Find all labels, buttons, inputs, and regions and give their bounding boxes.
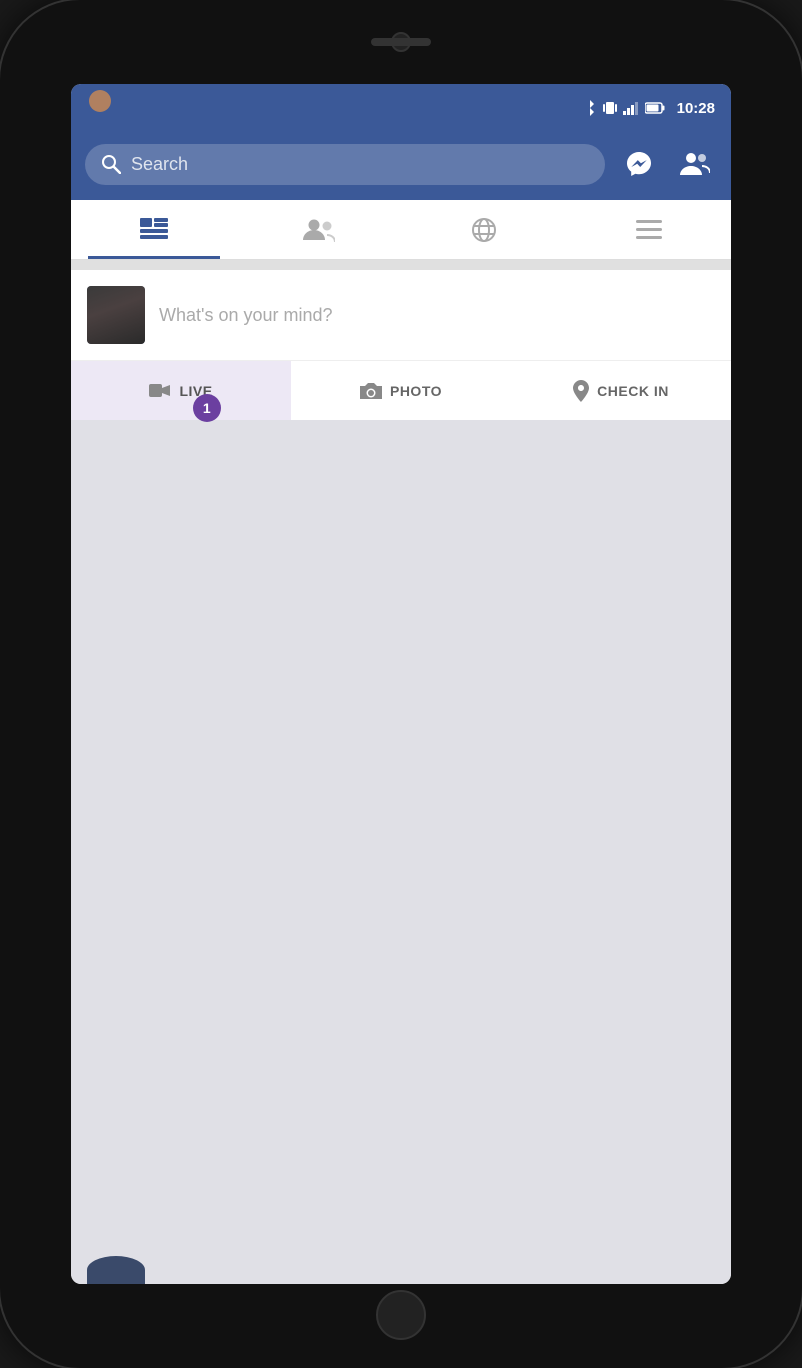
phone-device: 10:28 Search — [0, 0, 802, 1368]
post-composer: What's on your mind? — [71, 270, 731, 360]
camera-icon — [360, 382, 382, 400]
bluetooth-icon — [583, 100, 597, 116]
news-feed-icon — [140, 218, 168, 242]
phone-speaker — [371, 38, 431, 46]
tab-friends[interactable] — [236, 200, 401, 259]
photo-button[interactable]: PHOTO — [291, 361, 511, 420]
action-bar: LIVE 1 PHOTO CHECK IN — [71, 360, 731, 420]
globe-icon — [471, 217, 497, 243]
menu-icon — [636, 220, 662, 240]
status-bar: 10:28 — [71, 84, 731, 132]
top-bar: Search — [71, 132, 731, 200]
status-time: 10:28 — [677, 100, 715, 117]
status-icons: 10:28 — [583, 100, 715, 117]
feed-content-area — [71, 420, 731, 1284]
messenger-button[interactable] — [617, 142, 661, 186]
battery-icon — [645, 102, 665, 114]
section-divider — [71, 260, 731, 270]
post-placeholder[interactable]: What's on your mind? — [159, 305, 715, 326]
photo-label: PHOTO — [390, 383, 442, 399]
messenger-icon — [625, 150, 653, 178]
vibrate-icon — [603, 100, 617, 116]
tab-globe[interactable] — [401, 200, 566, 259]
notification-badge: 1 — [193, 394, 221, 422]
friends-button[interactable] — [673, 142, 717, 186]
tab-feed[interactable] — [71, 200, 236, 259]
video-icon — [149, 383, 171, 399]
checkin-button[interactable]: CHECK IN — [511, 361, 731, 420]
user-avatar — [87, 286, 145, 344]
search-icon — [101, 154, 121, 174]
location-icon — [573, 380, 589, 402]
tab-friends-icon — [303, 218, 335, 242]
tab-menu[interactable] — [566, 200, 731, 259]
nav-tabs — [71, 200, 731, 260]
checkin-label: CHECK IN — [597, 383, 669, 399]
friends-icon — [680, 151, 710, 177]
search-bar[interactable]: Search — [85, 144, 605, 185]
live-button[interactable]: LIVE 1 — [71, 361, 291, 420]
phone-screen: 10:28 Search — [71, 84, 731, 1284]
search-placeholder: Search — [131, 154, 589, 175]
signal-icon — [623, 101, 639, 115]
phone-home-button[interactable] — [376, 1290, 426, 1340]
